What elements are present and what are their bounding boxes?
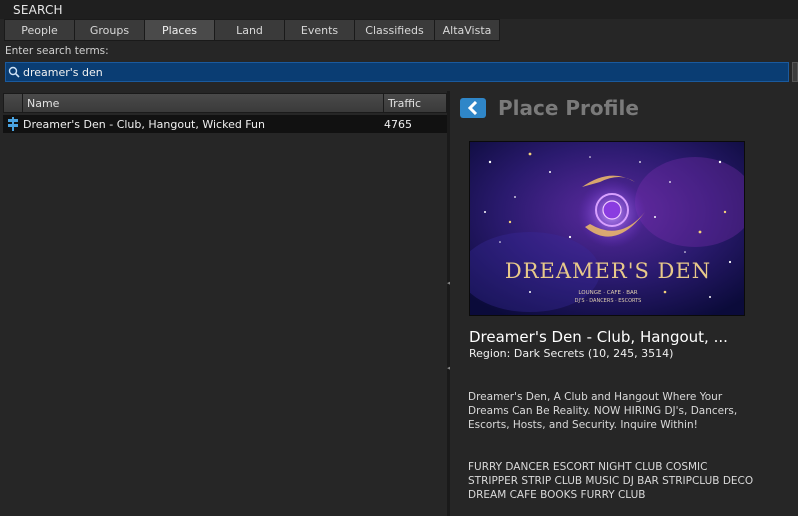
result-traffic: 4765	[384, 117, 412, 131]
svg-text:DJ'S · DANCERS · ESCORTS: DJ'S · DANCERS · ESCORTS	[575, 298, 642, 304]
results-header: Name Traffic	[3, 93, 447, 113]
tab-altavista[interactable]: AltaVista	[435, 19, 500, 41]
tab-places[interactable]: Places	[145, 19, 215, 41]
header-name-column[interactable]: Name	[23, 93, 384, 113]
profile-title: Place Profile	[498, 96, 639, 120]
chevron-left-icon	[467, 101, 478, 115]
place-region: Region: Dark Secrets (10, 245, 3514)	[469, 347, 674, 360]
place-tags: FURRY DANCER ESCORT NIGHT CLUB COSMIC ST…	[468, 461, 754, 501]
search-icon	[6, 63, 22, 81]
header-traffic-column[interactable]: Traffic	[384, 93, 447, 113]
tab-classifieds[interactable]: Classifieds	[355, 19, 435, 41]
back-button[interactable]	[460, 98, 486, 118]
tab-events[interactable]: Events	[285, 19, 355, 41]
signpost-icon	[3, 117, 23, 131]
window-title: SEARCH	[13, 3, 63, 17]
search-input[interactable]	[22, 63, 782, 81]
place-description: Dreamer's Den, A Club and Hangout Where …	[468, 391, 738, 431]
tab-land[interactable]: Land	[215, 19, 285, 41]
search-field[interactable]	[5, 62, 789, 82]
window-titlebar: SEARCH	[0, 0, 798, 19]
place-name: Dreamer's Den - Club, Hangout, ...	[469, 328, 728, 346]
svg-text:DREAMER'S DEN: DREAMER'S DEN	[505, 259, 711, 283]
results-panel: Name Traffic Dreamer's Den - Club, Hango…	[0, 91, 447, 516]
place-profile-panel: Place Profile DREAMER'S DEN LOUNGE · CAF…	[450, 91, 798, 516]
result-name: Dreamer's Den - Club, Hangout, Wicked Fu…	[23, 117, 265, 131]
search-tabs: People Groups Places Land Events Classif…	[4, 19, 500, 41]
table-row[interactable]: Dreamer's Den - Club, Hangout, Wicked Fu…	[3, 115, 447, 133]
header-icon-column[interactable]	[3, 93, 23, 113]
place-snapshot-image[interactable]: DREAMER'S DEN LOUNGE · CAFE · BAR DJ'S ·…	[469, 141, 745, 316]
svg-text:LOUNGE · CAFE · BAR: LOUNGE · CAFE · BAR	[578, 290, 637, 296]
search-go-button[interactable]	[792, 62, 798, 82]
search-label: Enter search terms:	[5, 45, 109, 57]
tab-people[interactable]: People	[4, 19, 75, 41]
tab-groups[interactable]: Groups	[75, 19, 145, 41]
